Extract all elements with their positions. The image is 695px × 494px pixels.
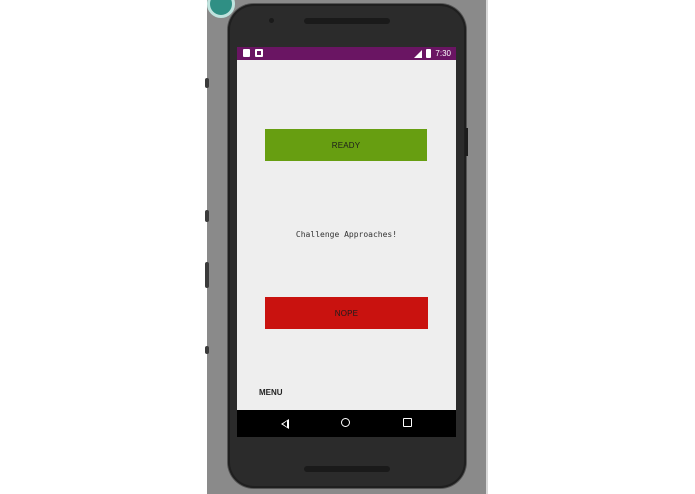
sd-card-icon (243, 49, 250, 57)
home-icon[interactable] (341, 418, 350, 427)
bottom-speaker (304, 466, 390, 472)
challenge-message: Challenge Approaches! (295, 230, 398, 239)
notification-icon (255, 49, 263, 57)
phone-screen: 7:30 READY Challenge Approaches! NOPE ME… (237, 47, 456, 437)
menu-button[interactable]: MENU (259, 388, 283, 397)
emulator-side-mark (205, 346, 209, 354)
emulator-side-mark (205, 262, 209, 288)
front-camera (269, 18, 274, 23)
earpiece-speaker (304, 18, 390, 24)
ready-button[interactable]: READY (265, 129, 427, 161)
power-key[interactable] (465, 128, 468, 156)
nope-button[interactable]: NOPE (265, 297, 428, 329)
emulator-edge (486, 0, 488, 494)
status-bar: 7:30 (237, 47, 456, 60)
signal-icon (414, 49, 423, 58)
navigation-bar (237, 410, 456, 437)
emulator-side-mark (205, 78, 209, 88)
back-icon[interactable] (281, 419, 289, 429)
battery-icon (426, 49, 432, 58)
status-clock: 7:30 (435, 49, 451, 58)
emulator-side-mark (205, 210, 209, 222)
recents-icon[interactable] (403, 418, 412, 427)
